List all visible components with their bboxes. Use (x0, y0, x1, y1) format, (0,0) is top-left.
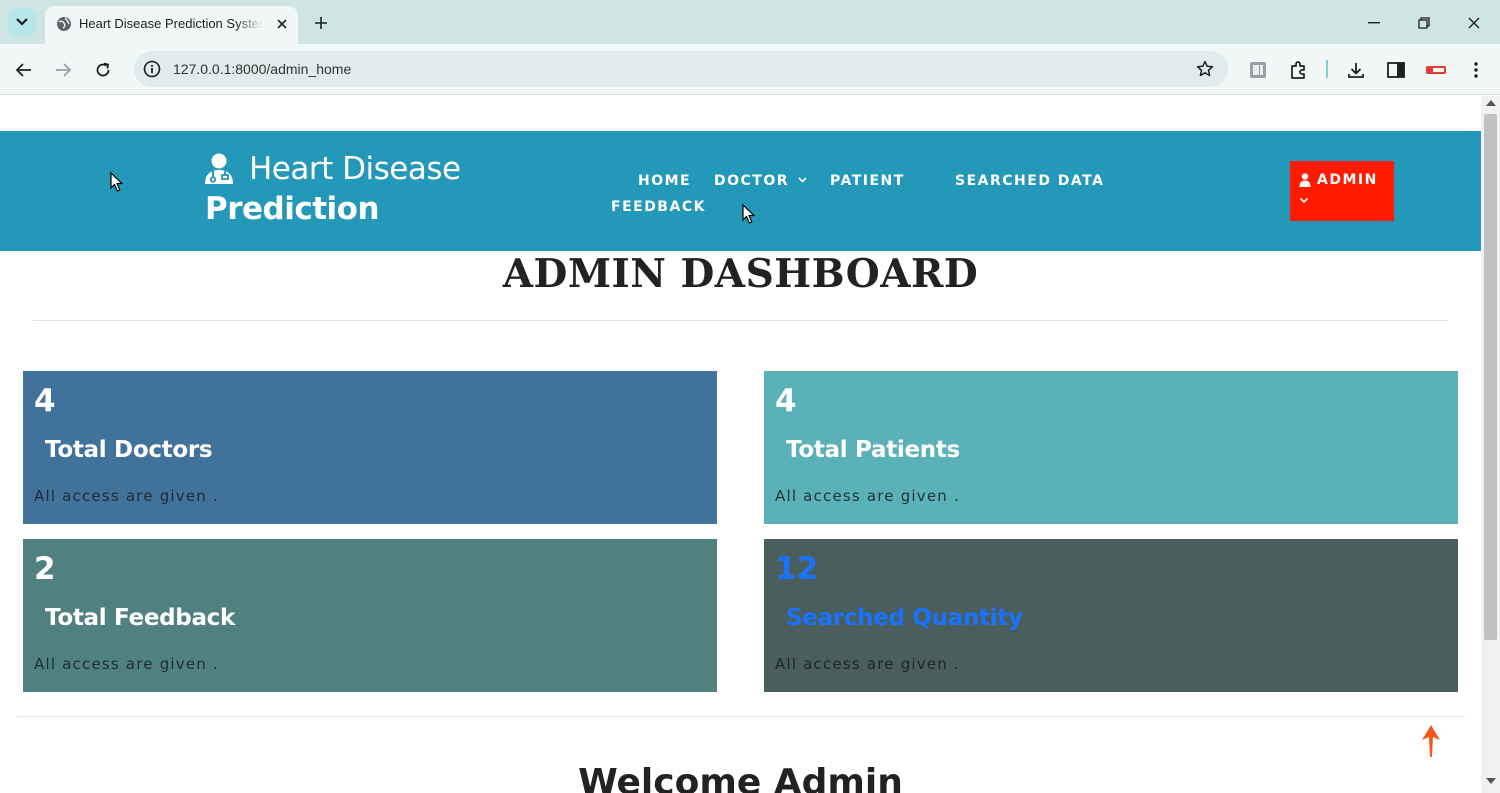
logo-title-line2: Prediction (205, 191, 380, 227)
stat-card-searched[interactable]: 12 Searched Quantity All access are give… (764, 539, 1458, 692)
stat-card-feedback[interactable]: 2 Total Feedback All access are given . (23, 539, 717, 692)
puzzle-icon (1291, 61, 1305, 79)
nav-patient[interactable]: PATIENT (830, 173, 905, 189)
stat-card-doctors[interactable]: 4 Total Doctors All access are given . (23, 371, 717, 524)
restore-button[interactable] (1411, 10, 1437, 36)
stat-note: All access are given . (775, 487, 960, 505)
logo-title-line1: Heart Disease (249, 151, 461, 187)
stat-label: Total Feedback (45, 605, 235, 631)
stat-card-patients[interactable]: 4 Total Patients All access are given . (764, 371, 1458, 524)
browser-tab-active[interactable]: Heart Disease Prediction System (45, 6, 298, 44)
nav-doctor[interactable]: DOCTOR (714, 173, 807, 189)
nav-doctor-label: DOCTOR (714, 173, 790, 189)
stat-note: All access are given . (34, 655, 219, 673)
admin-menu-button[interactable]: ADMIN (1290, 161, 1394, 221)
address-bar[interactable]: 127.0.0.1:8000/admin_home (134, 51, 1228, 87)
browser-toolbar: 127.0.0.1:8000/admin_home (0, 44, 1500, 95)
tab-search-button[interactable] (8, 8, 36, 36)
scroll-thumb[interactable] (1484, 114, 1497, 640)
restore-icon (1418, 17, 1430, 29)
extensions-button[interactable] (1285, 57, 1311, 83)
toolbar-separator (1326, 60, 1328, 78)
close-icon (277, 19, 287, 29)
tab-title: Heart Disease Prediction System (79, 16, 263, 31)
back-to-top-arrow-icon[interactable] (1420, 724, 1442, 758)
minimize-button[interactable] (1361, 10, 1387, 36)
stat-count: 2 (34, 551, 56, 587)
doctor-icon (205, 153, 233, 184)
extension-badge-icon (1426, 66, 1446, 74)
divider (33, 320, 1448, 321)
profile-extension-icon (1250, 62, 1266, 78)
chevron-down-icon (1299, 197, 1309, 204)
arrow-right-icon (56, 63, 71, 77)
bookmark-star-button[interactable] (1194, 58, 1216, 80)
site-info-button[interactable] (142, 59, 162, 79)
side-panel-button[interactable] (1383, 57, 1409, 83)
side-panel-icon (1387, 62, 1405, 78)
stat-note: All access are given . (775, 655, 960, 673)
nav-home[interactable]: HOME (638, 173, 691, 189)
star-icon (1196, 60, 1214, 77)
site-header: Heart Disease Prediction HOME DOCTOR PAT… (0, 131, 1481, 251)
scroll-down-arrow-icon[interactable] (1486, 778, 1496, 784)
arrow-left-icon (16, 63, 31, 77)
reload-icon (96, 62, 110, 77)
minimize-icon (1368, 22, 1380, 24)
info-icon (143, 60, 161, 78)
nav-searched-data[interactable]: SEARCHED DATA (955, 173, 1104, 189)
stat-note: All access are given . (34, 487, 219, 505)
page-title: ADMIN DASHBOARD (502, 251, 979, 297)
stat-count: 4 (775, 383, 797, 419)
admin-label: ADMIN (1317, 172, 1378, 188)
downloads-button[interactable] (1343, 57, 1369, 83)
browser-menu-button[interactable] (1463, 57, 1489, 83)
plus-icon (315, 17, 327, 29)
browser-tabstrip: Heart Disease Prediction System (0, 0, 1500, 44)
kebab-menu-icon (1474, 62, 1478, 78)
divider (17, 716, 1465, 717)
url-text[interactable]: 127.0.0.1:8000/admin_home (173, 61, 351, 77)
page-viewport: Heart Disease Prediction HOME DOCTOR PAT… (0, 96, 1481, 793)
globe-icon (57, 17, 71, 31)
new-tab-button[interactable] (310, 12, 332, 34)
nav-feedback[interactable]: FEEDBACK (611, 199, 706, 215)
chevron-down-icon (16, 18, 28, 26)
stat-label: Searched Quantity (786, 605, 1023, 631)
stat-label: Total Doctors (45, 437, 213, 463)
stat-label: Total Patients (786, 437, 960, 463)
forward-button[interactable] (50, 57, 76, 83)
extension-badge-button[interactable] (1423, 57, 1449, 83)
back-button[interactable] (11, 57, 37, 83)
page-scrollbar[interactable] (1481, 96, 1500, 793)
download-icon (1348, 63, 1364, 78)
close-window-button[interactable] (1461, 10, 1487, 36)
tab-close-button[interactable] (273, 15, 291, 33)
reload-button[interactable] (90, 57, 116, 83)
stat-count: 4 (34, 383, 56, 419)
mouse-cursor-icon (110, 172, 124, 192)
stat-count: 12 (775, 551, 819, 587)
profile-extension-button[interactable] (1245, 57, 1271, 83)
chevron-down-icon (798, 177, 807, 183)
user-icon (1299, 173, 1311, 187)
welcome-heading: Welcome Admin (578, 762, 903, 793)
close-icon (1468, 17, 1480, 29)
scroll-up-arrow-icon[interactable] (1486, 100, 1496, 106)
mouse-cursor-icon (742, 204, 756, 224)
